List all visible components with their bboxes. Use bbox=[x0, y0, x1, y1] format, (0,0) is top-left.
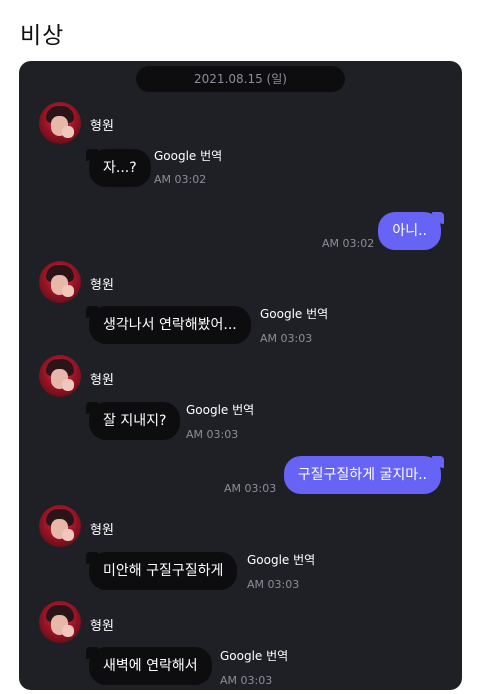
google-translate-link[interactable]: Google 번역 bbox=[220, 647, 288, 664]
sender-name: 형원 bbox=[90, 523, 114, 538]
message-bubble-incoming[interactable]: 자...? bbox=[86, 149, 151, 187]
message-bubble-incoming[interactable]: 생각나서 연락해봤어... bbox=[86, 306, 251, 344]
message-time: AM 03:03 bbox=[260, 332, 313, 345]
message-time: AM 03:03 bbox=[247, 578, 300, 591]
message-bubble-outgoing[interactable]: 아니.. bbox=[378, 212, 444, 250]
message-time: AM 03:02 bbox=[322, 237, 375, 250]
sender-avatar[interactable] bbox=[39, 355, 81, 397]
message-time: AM 03:03 bbox=[220, 674, 273, 687]
message-time: AM 03:03 bbox=[186, 428, 239, 441]
post-title: 비상 bbox=[20, 23, 65, 49]
sender-avatar[interactable] bbox=[39, 261, 81, 303]
message-bubble-incoming[interactable]: 잘 지내지? bbox=[85, 402, 181, 440]
date-divider: 2021.08.15 (일) bbox=[136, 66, 345, 92]
message-bubble-incoming[interactable]: 새벽에 연락해서 bbox=[86, 647, 212, 685]
message-bubble-outgoing[interactable]: 구질구질하게 굴지마.. bbox=[283, 456, 445, 494]
chat-screenshot: 2021.08.15 (일) 형원 자...? Google 번역 AM 03:… bbox=[19, 61, 462, 690]
sender-avatar[interactable] bbox=[39, 505, 81, 547]
google-translate-link[interactable]: Google 번역 bbox=[247, 551, 315, 568]
sender-name: 형원 bbox=[90, 373, 114, 388]
sender-name: 형원 bbox=[90, 619, 114, 634]
google-translate-link[interactable]: Google 번역 bbox=[154, 147, 222, 164]
sender-avatar[interactable] bbox=[39, 601, 81, 643]
sender-name: 형원 bbox=[90, 278, 114, 293]
sender-name: 형원 bbox=[90, 119, 114, 134]
message-bubble-incoming[interactable]: 미안해 구질구질하게 bbox=[85, 552, 238, 590]
google-translate-link[interactable]: Google 번역 bbox=[186, 401, 254, 418]
google-translate-link[interactable]: Google 번역 bbox=[260, 305, 328, 322]
sender-avatar[interactable] bbox=[39, 102, 81, 144]
message-time: AM 03:02 bbox=[154, 173, 207, 186]
message-time: AM 03:03 bbox=[224, 482, 277, 495]
